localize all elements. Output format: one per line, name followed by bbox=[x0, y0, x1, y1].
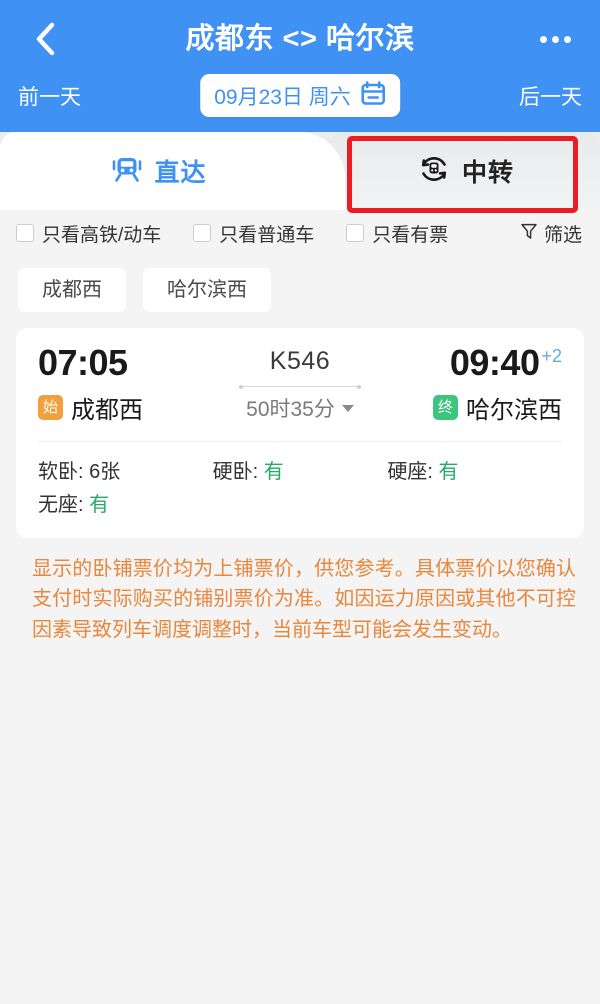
tab-transfer[interactable]: 中转 bbox=[310, 132, 600, 210]
arrival-time: 09:40 bbox=[450, 344, 540, 382]
fare-notice-text: 显示的卧铺票价均为上铺票价，供您参考。具体票价以您确认支付时实际购买的铺别票价为… bbox=[0, 538, 600, 645]
filter-high-speed-label: 只看高铁/动车 bbox=[42, 220, 161, 247]
departure-station: 成都西 bbox=[71, 390, 143, 425]
seat-name: 硬座 bbox=[387, 461, 427, 483]
seat-value: 6张 bbox=[89, 461, 120, 483]
seat-item: 无座: 有 bbox=[38, 489, 213, 522]
seat-name: 软卧 bbox=[38, 461, 78, 483]
next-day-button[interactable]: 后一天 bbox=[519, 76, 582, 120]
filter-high-speed[interactable]: 只看高铁/动车 bbox=[16, 220, 161, 247]
transfer-train-icon bbox=[418, 153, 450, 190]
route-line bbox=[239, 386, 361, 387]
departure-block: 07:05 始 成都西 bbox=[38, 344, 218, 425]
prev-day-button[interactable]: 前一天 bbox=[18, 76, 81, 120]
selected-date-label: 09月23日 周六 bbox=[214, 81, 351, 111]
more-options-button[interactable] bbox=[532, 16, 578, 62]
seat-separator: : bbox=[78, 494, 89, 516]
arrival-block: 09:40 +2 终 哈尔滨西 bbox=[382, 344, 562, 425]
end-station-badge: 终 bbox=[433, 395, 458, 420]
advanced-filter-button[interactable]: 筛选 bbox=[520, 220, 582, 247]
seat-separator: : bbox=[427, 461, 438, 483]
arrival-station: 哈尔滨西 bbox=[466, 390, 562, 425]
train-result-card[interactable]: 07:05 始 成都西 K546 50时35分 09:40 +2 bbox=[16, 328, 584, 538]
train-list: 07:05 始 成都西 K546 50时35分 09:40 +2 bbox=[0, 322, 600, 538]
tab-direct[interactable]: 直达 bbox=[0, 132, 345, 210]
train-number: K546 bbox=[270, 347, 330, 376]
filter-has-ticket[interactable]: 只看有票 bbox=[346, 220, 448, 247]
seat-separator: : bbox=[253, 461, 264, 483]
date-selector-row: 前一天 09月23日 周六 后一天 bbox=[0, 76, 600, 132]
seat-item: 硬卧: 有 bbox=[213, 456, 388, 489]
duration-toggle[interactable]: 50时35分 bbox=[246, 393, 354, 423]
arrival-day-offset: +2 bbox=[541, 347, 562, 365]
checkbox-icon[interactable] bbox=[193, 224, 211, 242]
station-chip-arrive[interactable]: 哈尔滨西 bbox=[143, 268, 271, 312]
seat-value: 有 bbox=[438, 461, 458, 483]
train-middle-block: K546 50时35分 bbox=[218, 344, 382, 423]
checkbox-icon[interactable] bbox=[346, 224, 364, 242]
seat-item: 软卧: 6张 bbox=[38, 456, 213, 489]
caret-down-icon[interactable] bbox=[342, 405, 354, 412]
nav-bar: 成都东 <> 哈尔滨 bbox=[0, 0, 600, 76]
more-options-icon bbox=[564, 36, 571, 43]
seat-name: 无座 bbox=[38, 494, 78, 516]
tab-transfer-label: 中转 bbox=[462, 153, 514, 189]
calendar-icon bbox=[360, 80, 386, 111]
seat-value: 有 bbox=[89, 494, 109, 516]
station-chip-depart[interactable]: 成都西 bbox=[18, 268, 126, 312]
start-station-badge: 始 bbox=[38, 395, 63, 420]
seat-availability-grid: 软卧: 6张 硬卧: 有 硬座: 有 无座: 有 bbox=[16, 442, 584, 538]
seat-name: 硬卧 bbox=[213, 461, 253, 483]
trip-type-tabs: 直达 中转 bbox=[0, 132, 600, 210]
tab-direct-label: 直达 bbox=[154, 153, 206, 189]
seat-item: 硬座: 有 bbox=[387, 456, 562, 489]
train-front-icon bbox=[112, 155, 142, 188]
duration-label: 50时35分 bbox=[246, 393, 335, 423]
checkbox-icon[interactable] bbox=[16, 224, 34, 242]
filter-has-ticket-label: 只看有票 bbox=[372, 220, 448, 247]
date-picker-button[interactable]: 09月23日 周六 bbox=[200, 74, 400, 117]
station-chip-row: 成都西 哈尔滨西 bbox=[0, 256, 600, 322]
filter-normal-train[interactable]: 只看普通车 bbox=[193, 220, 314, 247]
more-options-icon bbox=[540, 36, 547, 43]
funnel-icon bbox=[520, 222, 538, 245]
app-header: 成都东 <> 哈尔滨 前一天 09月23日 周六 后一天 bbox=[0, 0, 600, 132]
train-card-header: 07:05 始 成都西 K546 50时35分 09:40 +2 bbox=[16, 344, 584, 425]
filter-normal-train-label: 只看普通车 bbox=[219, 220, 314, 247]
seat-value: 有 bbox=[264, 461, 284, 483]
advanced-filter-label: 筛选 bbox=[544, 220, 582, 247]
quick-filter-row: 只看高铁/动车 只看普通车 只看有票 筛选 bbox=[0, 210, 600, 256]
seat-separator: : bbox=[78, 461, 89, 483]
more-options-icon bbox=[552, 36, 559, 43]
page-title: 成都东 <> 哈尔滨 bbox=[0, 16, 600, 62]
departure-time: 07:05 bbox=[38, 344, 128, 382]
